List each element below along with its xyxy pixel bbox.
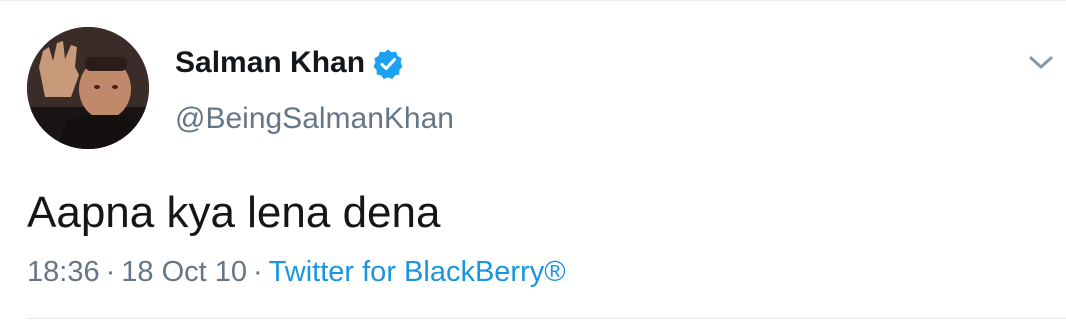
profile-photo-icon bbox=[27, 27, 149, 149]
top-divider bbox=[0, 0, 1066, 1]
verified-badge-icon bbox=[372, 48, 404, 80]
tweet-time[interactable]: 18:36 bbox=[27, 256, 100, 288]
display-name[interactable]: Salman Khan bbox=[175, 45, 365, 81]
chevron-down-icon[interactable] bbox=[1026, 50, 1056, 74]
tweet-text: Aapna kya lena dena bbox=[27, 188, 441, 237]
avatar[interactable] bbox=[27, 27, 149, 149]
meta-separator: · bbox=[253, 256, 263, 288]
tweet-meta: 18:36 · 18 Oct 10 · Twitter for BlackBerry® bbox=[27, 254, 566, 290]
user-handle[interactable]: @BeingSalmanKhan bbox=[175, 101, 454, 137]
bottom-divider bbox=[27, 318, 1066, 319]
meta-separator: · bbox=[105, 256, 116, 288]
tweet-date[interactable]: 18 Oct 10 bbox=[121, 256, 247, 288]
tweet-source-link[interactable]: Twitter for BlackBerry® bbox=[269, 256, 566, 288]
